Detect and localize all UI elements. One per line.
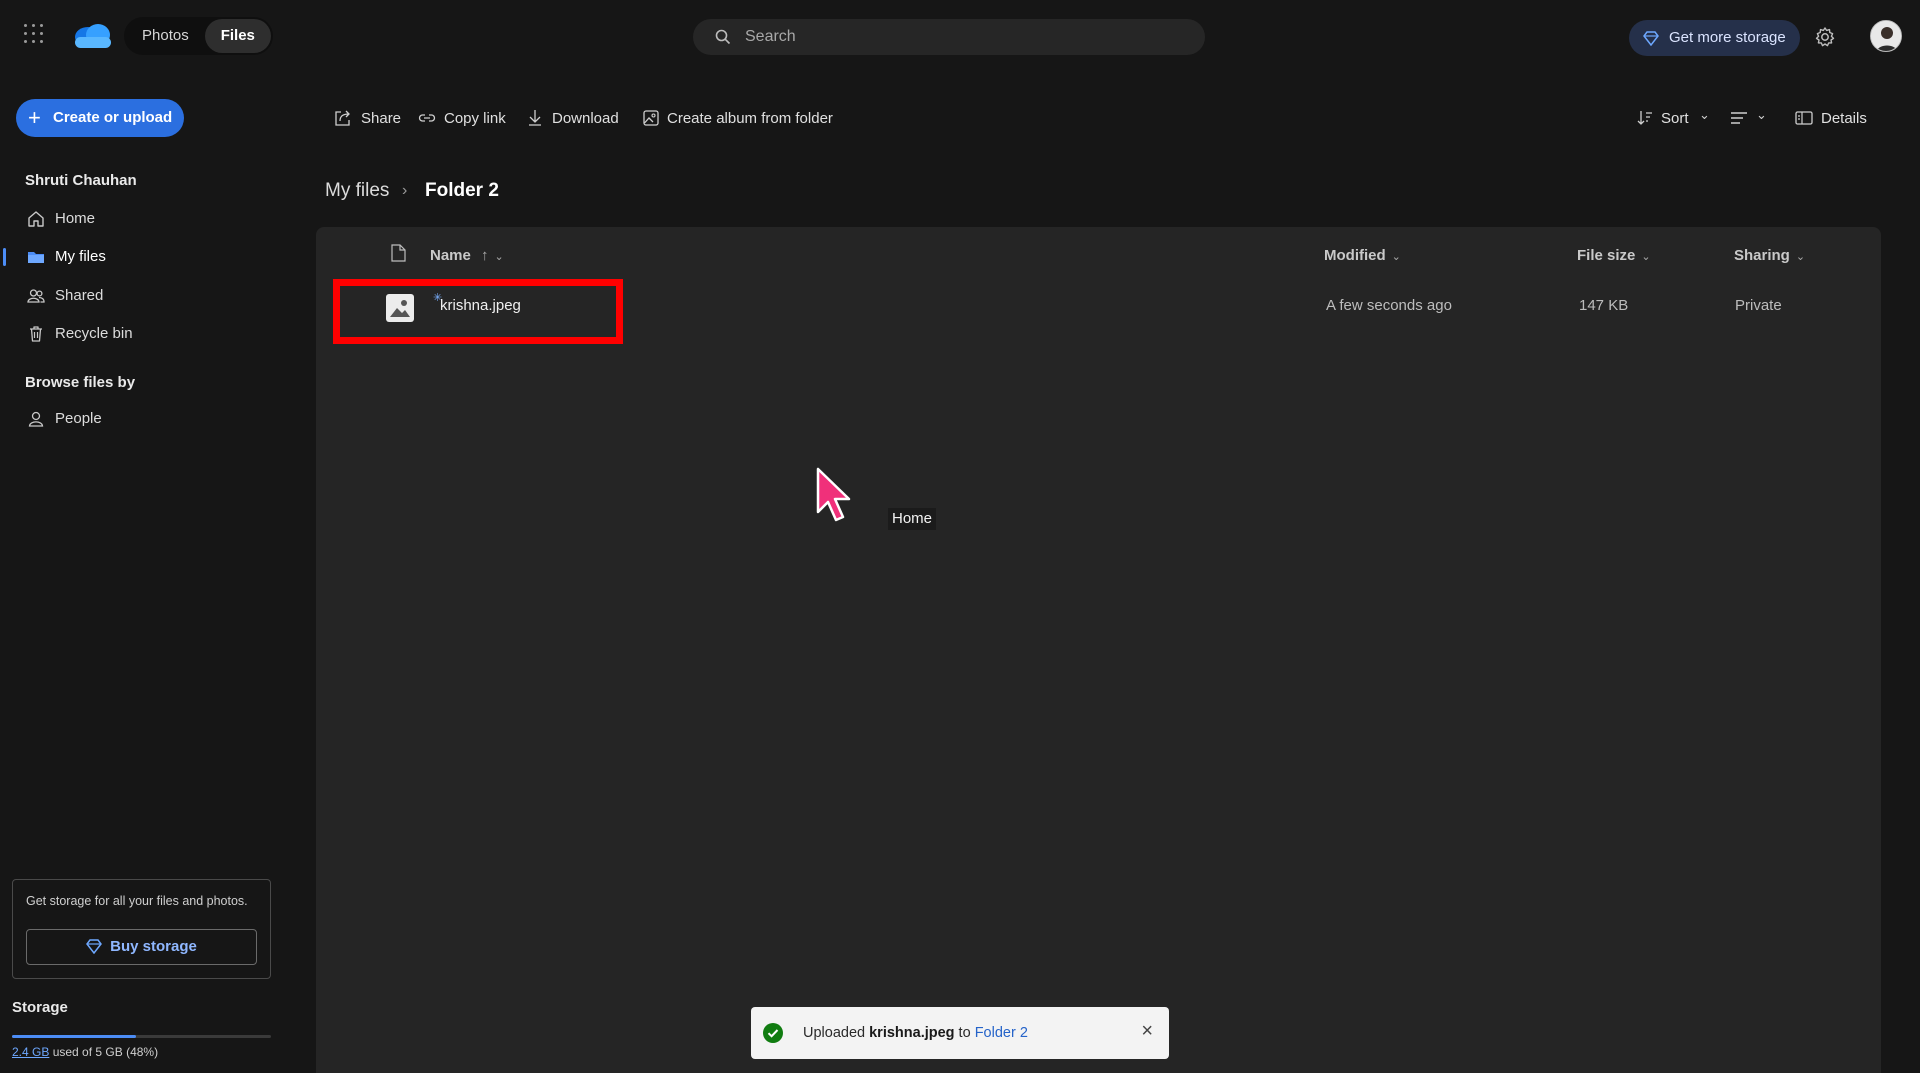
people-icon [27,289,45,303]
search-icon [715,29,731,45]
sidebar-item-label: Recycle bin [55,325,133,342]
sidebar-item-label: Shared [55,287,104,304]
sidebar-item-label: People [55,410,102,427]
upload-toast: Uploaded krishna.jpeg to Folder 2 × [751,1007,1169,1059]
app-launcher-icon[interactable] [24,24,46,46]
storage-usage-text: 2.4 GB used of 5 GB (48%) [12,1045,158,1059]
share-icon [335,110,350,126]
column-file-size-label: File size [1577,247,1636,264]
create-or-upload-button[interactable]: + Create or upload [16,99,184,137]
sidebar-item-label: Home [55,210,96,227]
file-type-header-icon [391,244,406,262]
file-name[interactable]: krishna.jpeg [440,297,521,314]
download-icon [529,110,541,126]
breadcrumb-my-files[interactable]: My files [325,180,389,202]
app-switcher: Photos Files [124,17,273,55]
promo-text: Get storage for all your files and photo… [26,894,248,908]
storage-used-rest: used of 5 GB (48%) [49,1045,159,1059]
buy-storage-button[interactable]: Buy storage [26,929,257,965]
chevron-down-icon: ⌄ [1756,107,1767,122]
file-modified: A few seconds ago [1326,297,1452,314]
storage-promo-card: Get storage for all your files and photo… [12,879,271,979]
buy-storage-label: Buy storage [110,938,197,955]
folder-icon [28,252,44,263]
profile-picture [1871,21,1901,51]
tab-files[interactable]: Files [204,19,271,53]
sort-label: Sort [1661,110,1689,127]
toast-file-name: krishna.jpeg [869,1025,955,1041]
file-list-panel [316,227,1881,1073]
file-size: 147 KB [1579,297,1629,314]
column-sharing-label: Sharing [1734,247,1790,264]
file-sharing[interactable]: Private [1735,297,1782,314]
chevron-down-icon: ⌄ [1795,251,1806,263]
column-modified-label: Modified [1324,247,1386,264]
create-album-label: Create album from folder [667,110,833,127]
close-icon[interactable]: × [1141,1021,1153,1041]
sort-ascending-icon: ↑ [481,247,489,264]
tab-photos[interactable]: Photos [126,19,205,53]
storage-heading: Storage [12,999,68,1016]
sidebar-item-home[interactable]: Home [0,202,270,236]
sidebar-item-shared[interactable]: Shared [0,279,270,313]
column-header-name[interactable]: Name ↑ ⌄ [430,247,504,264]
list-view-icon [1731,112,1747,124]
onedrive-logo[interactable] [70,20,114,50]
trash-icon [30,326,42,342]
toast-prefix: Uploaded [803,1025,870,1041]
storage-meter [12,1035,271,1038]
link-icon [418,114,436,122]
copy-link-label: Copy link [444,110,506,127]
sidebar-item-my-files[interactable]: My files [0,240,270,274]
account-name: Shruti Chauhan [25,172,137,189]
get-more-storage-button[interactable]: Get more storage [1629,20,1800,56]
download-label: Download [552,110,619,127]
active-indicator [3,248,6,266]
success-check-icon [763,1023,783,1043]
chevron-down-icon: ⌄ [1699,107,1710,122]
search-box [693,19,1205,55]
plus-icon: + [28,105,41,130]
chevron-down-icon: ⌄ [1641,251,1651,263]
gear-icon[interactable] [1814,26,1836,48]
onedrive-app: Photos Files Get more storage [0,0,1920,1073]
get-more-storage-label: Get more storage [1669,29,1786,46]
image-file-icon [386,294,414,322]
toast-message: Uploaded krishna.jpeg to Folder 2 [803,1025,1028,1041]
browse-files-heading: Browse files by [25,374,136,391]
column-header-modified[interactable]: Modified ⌄ [1324,247,1401,264]
breadcrumb-current-folder: Folder 2 [425,180,499,201]
column-header-file-size[interactable]: File size ⌄ [1577,247,1651,264]
top-bar: Photos Files Get more storage [0,0,1920,72]
sidebar-item-recycle-bin[interactable]: Recycle bin [0,317,270,351]
storage-meter-fill [12,1035,137,1038]
search-input[interactable] [745,19,1185,55]
diamond-icon [86,939,103,955]
column-header-sharing[interactable]: Sharing ⌄ [1734,247,1805,264]
share-label: Share [361,110,402,127]
breadcrumb-separator-icon: › [402,182,408,199]
details-pane-icon [1795,111,1813,125]
details-label: Details [1821,110,1867,127]
person-icon [28,411,44,427]
diamond-icon [1643,31,1659,46]
table-row[interactable]: ✳ krishna.jpeg A few seconds ago 147 KB … [330,282,1870,332]
chevron-down-icon: ⌄ [494,251,504,263]
chevron-down-icon: ⌄ [1391,251,1401,263]
sidebar-item-people[interactable]: People [0,402,270,436]
home-icon [28,211,44,227]
sidebar-item-label: My files [55,248,106,265]
create-or-upload-label: Create or upload [53,109,173,126]
avatar[interactable] [1870,20,1902,52]
mouse-cursor-icon [816,467,851,522]
sort-icon [1637,111,1652,125]
toast-middle: to [954,1025,975,1041]
storage-used-link[interactable]: 2.4 GB [12,1045,49,1059]
album-icon [643,110,659,126]
toast-folder-link[interactable]: Folder 2 [975,1025,1028,1041]
tooltip: Home [888,508,937,530]
column-name-label: Name [430,247,471,264]
